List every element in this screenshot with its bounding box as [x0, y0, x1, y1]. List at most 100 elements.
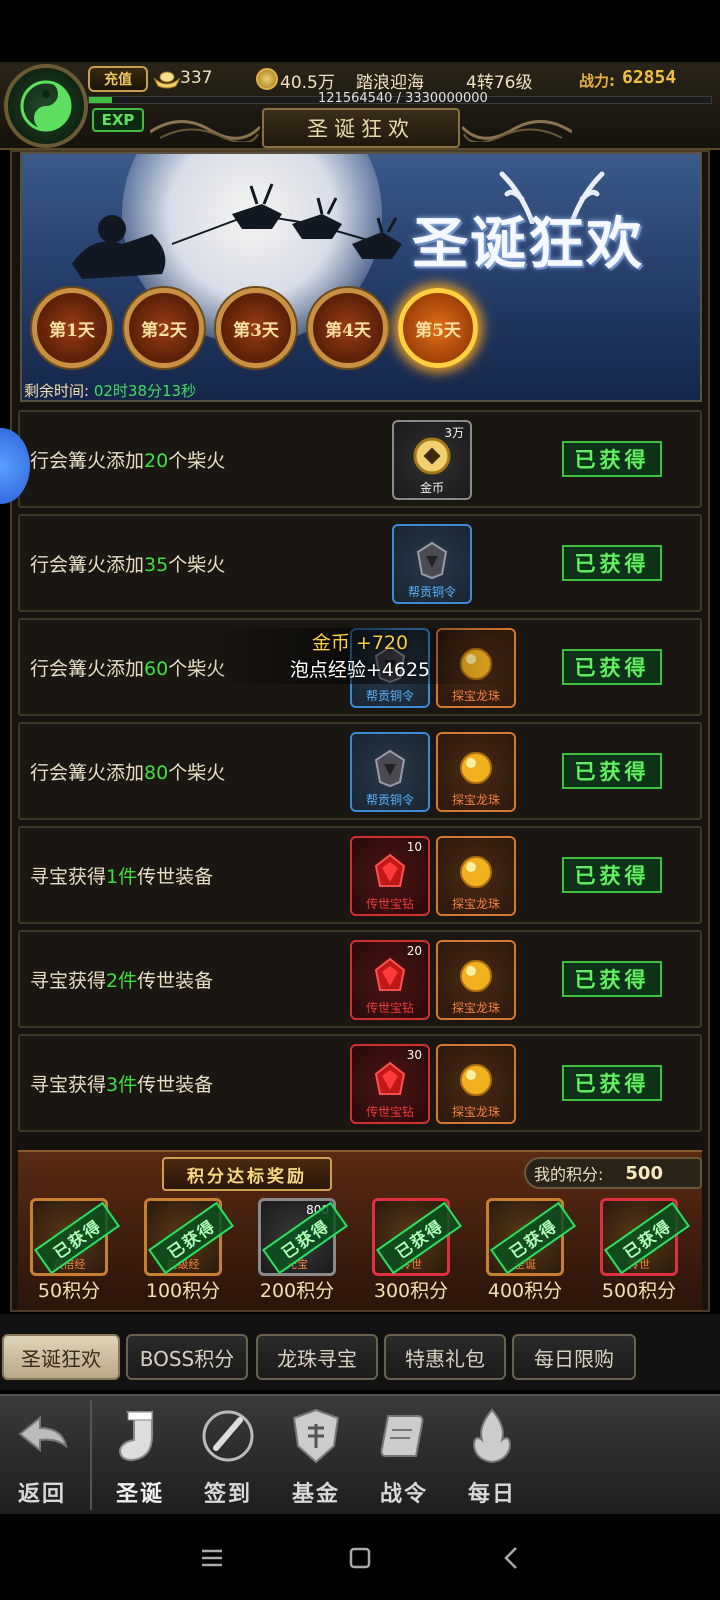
- task-label-suffix: 个柴火: [168, 450, 226, 472]
- tab-2[interactable]: BOSS积分: [126, 1334, 248, 1380]
- task-label-suffix: 传世装备: [137, 866, 214, 888]
- reward-item[interactable]: 帮贡铜令: [392, 524, 472, 604]
- reward-item[interactable]: 3万 金币: [392, 420, 472, 500]
- day-badge-1[interactable]: 第1天: [32, 288, 112, 368]
- obtained-button[interactable]: 已获得: [562, 753, 662, 789]
- dragon-pearl-icon: [460, 856, 492, 888]
- obtained-button[interactable]: 已获得: [562, 649, 662, 685]
- power-label: 战力:: [579, 72, 615, 90]
- brush-icon: [202, 1410, 254, 1462]
- daily-flame-icon: [472, 1408, 512, 1464]
- reward-popup-line2: 泡点经验+4625: [289, 659, 431, 681]
- stocking-icon: [118, 1411, 153, 1462]
- item-name: 探宝龙珠: [451, 897, 500, 911]
- my-points: 我的积分: 500: [524, 1157, 702, 1189]
- points-reward-item[interactable]: 圣诞 已获得: [486, 1198, 577, 1276]
- task-row: 行会篝火添加35个柴火帮贡铜令 已获得: [18, 514, 702, 612]
- item-name: 帮贡铜令: [407, 585, 456, 599]
- day-badge-2[interactable]: 第2天: [124, 288, 204, 368]
- power-value: 62854: [622, 67, 677, 88]
- day-badge-5[interactable]: 第5天: [398, 288, 478, 368]
- task-label-prefix: 行会篝火添加: [30, 450, 145, 472]
- coin-icon: [256, 68, 278, 90]
- task-label: 行会篝火添加80个柴火: [30, 758, 225, 785]
- nav-item-brush[interactable]: 签到: [186, 1406, 270, 1507]
- player-name: 踏浪迎海: [356, 73, 424, 93]
- points-reward-item[interactable]: 传世 已获得: [372, 1198, 463, 1276]
- obtained-button[interactable]: 已获得: [562, 961, 662, 997]
- task-label-number: 2件: [106, 970, 138, 992]
- reward-item[interactable]: 探宝龙珠: [436, 836, 516, 916]
- task-label-suffix: 传世装备: [137, 970, 214, 992]
- points-reward-item[interactable]: 传世 已获得: [600, 1198, 691, 1276]
- task-label: 行会篝火添加20个柴火: [30, 446, 225, 473]
- points-reward-item[interactable]: 高级经 已获得: [144, 1198, 235, 1276]
- nav-back-label: 返回: [17, 1481, 66, 1507]
- menu-icon[interactable]: [194, 1540, 230, 1576]
- reward-item[interactable]: 探宝龙珠: [436, 732, 516, 812]
- dragon-pearl-icon: [460, 1064, 492, 1096]
- nav-item-stocking[interactable]: 圣诞: [98, 1406, 182, 1507]
- gem-icon: [374, 957, 406, 991]
- task-label-prefix: 行会篝火添加: [30, 554, 145, 576]
- reward-item[interactable]: 帮贡铜令: [350, 732, 430, 812]
- nav-item-label: 签到: [203, 1481, 252, 1507]
- item-quantity: 10: [406, 840, 422, 854]
- my-points-value: 500: [625, 1162, 663, 1184]
- tab-3[interactable]: 龙珠寻宝: [256, 1334, 378, 1380]
- points-reward-item[interactable]: 双倍经 已获得: [30, 1198, 121, 1276]
- reward-points-threshold: 100积分: [145, 1280, 221, 1302]
- points-reward-title: 积分达标奖励: [162, 1157, 332, 1191]
- recharge-button[interactable]: 充值: [88, 66, 148, 92]
- nav-item-label: 圣诞: [115, 1481, 164, 1507]
- nav-item-daily-flame[interactable]: 每日: [450, 1406, 534, 1507]
- tab-1[interactable]: 圣诞狂欢: [2, 1334, 120, 1380]
- points-reward-item[interactable]: 800元宝已获得: [258, 1198, 349, 1276]
- nav-item-scroll[interactable]: 战令: [362, 1406, 446, 1507]
- reward-item[interactable]: 20 传世宝钻: [350, 940, 430, 1020]
- tab-5[interactable]: 每日限购: [512, 1334, 636, 1380]
- nav-item-label: 基金: [291, 1481, 340, 1507]
- status-bar: [0, 0, 720, 62]
- day-badge-3[interactable]: 第3天: [216, 288, 296, 368]
- task-label-prefix: 寻宝获得: [30, 1074, 107, 1096]
- reward-popup: 金币 +720 泡点经验+4625: [270, 628, 450, 682]
- reward-item[interactable]: 探宝龙珠: [436, 940, 516, 1020]
- obtained-button[interactable]: 已获得: [562, 545, 662, 581]
- reward-item[interactable]: 探宝龙珠: [436, 1044, 516, 1124]
- reward-points-threshold: 500积分: [601, 1280, 677, 1302]
- ingot-count: 337: [180, 68, 213, 88]
- task-label-number: 1件: [106, 866, 138, 888]
- nav-divider: [90, 1400, 92, 1510]
- item-name: 传世宝钻: [365, 897, 414, 911]
- santa-sleigh-silhouette: [72, 183, 402, 279]
- token-icon: [416, 541, 448, 580]
- home-icon[interactable]: [342, 1540, 378, 1576]
- tab-4[interactable]: 特惠礼包: [384, 1334, 506, 1380]
- task-label-prefix: 行会篝火添加: [30, 762, 145, 784]
- obtained-button[interactable]: 已获得: [562, 441, 662, 477]
- nav-item-fund-shield[interactable]: 基金: [274, 1406, 358, 1507]
- reward-item[interactable]: 30 传世宝钻: [350, 1044, 430, 1124]
- reward-points-threshold: 50积分: [37, 1280, 101, 1302]
- day-badge-4[interactable]: 第4天: [308, 288, 388, 368]
- back-icon[interactable]: [494, 1540, 530, 1576]
- item-name: 探宝龙珠: [451, 689, 500, 703]
- task-label: 寻宝获得1件传世装备: [30, 862, 213, 889]
- task-row: 行会篝火添加80个柴火 帮贡铜令 探宝龙珠 已获得: [18, 722, 702, 820]
- exp-text: 121564540 / 3330000000: [318, 91, 488, 106]
- yin-yang-icon: [20, 80, 72, 132]
- obtained-button[interactable]: 已获得: [562, 857, 662, 893]
- nav-back[interactable]: 返回: [0, 1406, 84, 1507]
- my-points-label: 我的积分:: [534, 1165, 604, 1184]
- banner-title: 圣诞狂欢: [412, 211, 644, 277]
- obtained-button[interactable]: 已获得: [562, 1065, 662, 1101]
- reward-item[interactable]: 10 传世宝钻: [350, 836, 430, 916]
- title-ornament-right: [462, 120, 572, 142]
- token-icon: [374, 749, 406, 788]
- task-label: 行会篝火添加35个柴火: [30, 550, 225, 577]
- task-label-prefix: 寻宝获得: [30, 866, 107, 888]
- task-label-prefix: 行会篝火添加: [30, 658, 145, 680]
- avatar[interactable]: [4, 64, 88, 148]
- back-arrow-icon: [18, 1415, 68, 1453]
